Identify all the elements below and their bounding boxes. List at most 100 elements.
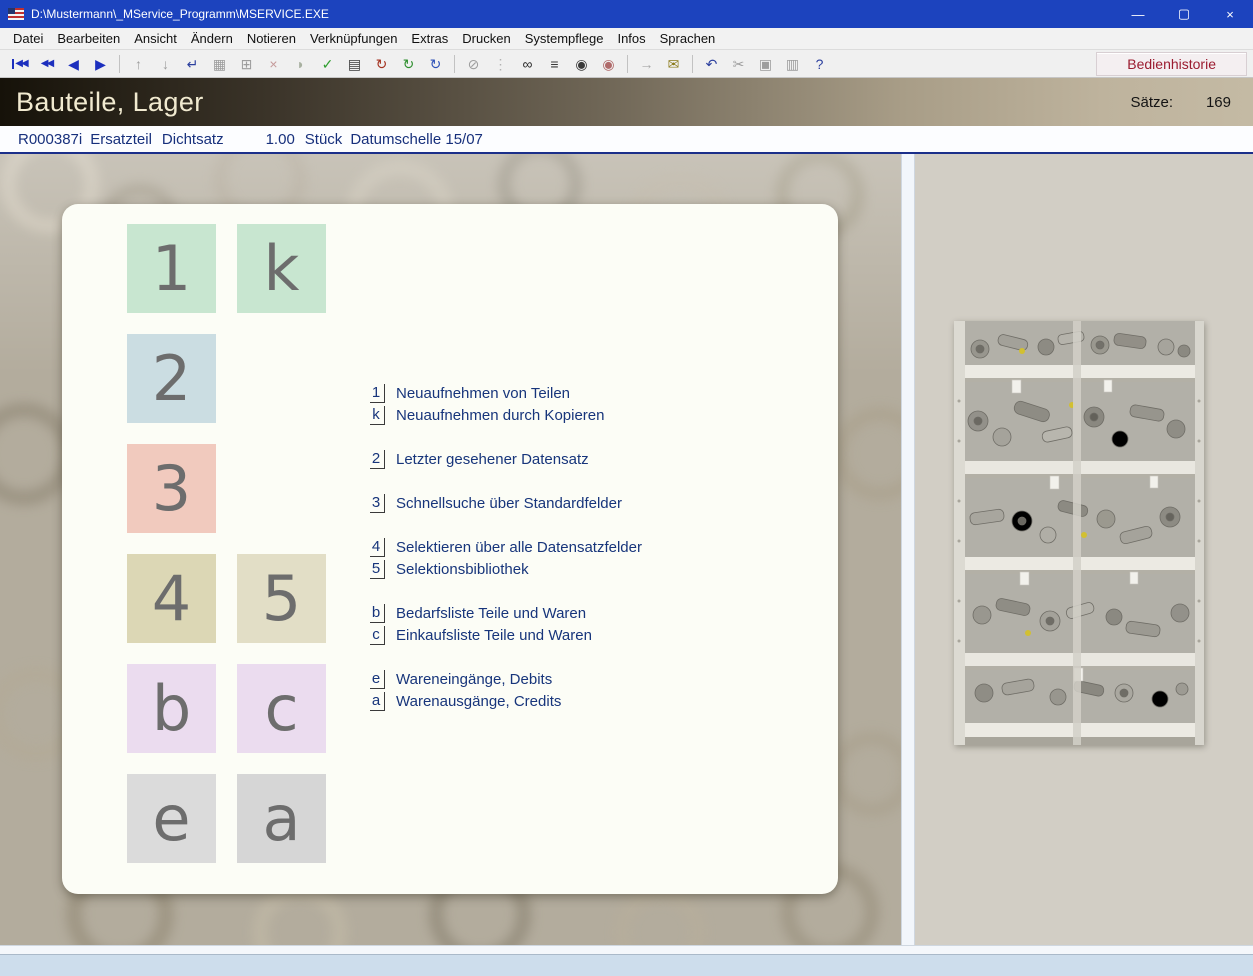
refresh-green-icon: ↻ (402, 55, 415, 72)
option-label: Einkaufsliste Teile und Waren (396, 626, 592, 644)
refresh-blue-button[interactable]: ↻ (422, 52, 449, 76)
next-record-button[interactable]: ▶ (87, 52, 114, 76)
link-list-button[interactable]: ⋮ (487, 52, 514, 76)
vertical-scrollbar[interactable] (901, 154, 915, 945)
menu-item-infos[interactable]: Infos (610, 28, 652, 49)
tile-2[interactable]: 2 (127, 334, 216, 423)
tile-1[interactable]: 1 (127, 224, 216, 313)
menu-item-notieren[interactable]: Notieren (240, 28, 303, 49)
menu-panel: 1 k 2 3 4 5 b c e a 1 Neuaufnehmen von T… (62, 204, 838, 894)
current-record-bar: R000387i Ersatzteil Dichtsatz 1.00 Stück… (0, 126, 1253, 154)
option-neuaufnehmen-kopieren[interactable]: k Neuaufnehmen durch Kopieren (370, 404, 642, 426)
menu-item-bearbeiten[interactable]: Bearbeiten (50, 28, 127, 49)
tree-view-button[interactable]: ⊞ (233, 52, 260, 76)
move-down-button[interactable]: ↓ (152, 52, 179, 76)
menu-item-systempflege[interactable]: Systempflege (518, 28, 611, 49)
menu-item-sprachen[interactable]: Sprachen (653, 28, 723, 49)
mail-button[interactable]: ✉ (660, 52, 687, 76)
refresh-red-button[interactable]: ↻ (368, 52, 395, 76)
refresh-green-button[interactable]: ↻ (395, 52, 422, 76)
maximize-button[interactable]: ▢ (1161, 0, 1207, 28)
close-button[interactable]: × (1207, 0, 1253, 28)
option-warenausgaenge[interactable]: a Warenausgänge, Credits (370, 690, 642, 712)
record-quantity: 1.00 (265, 130, 295, 148)
option-letzter-datensatz[interactable]: 2 Letzter gesehener Datensatz (370, 448, 642, 470)
record-part-type: Dichtsatz (161, 130, 224, 148)
refresh-blue-icon: ↻ (429, 55, 442, 72)
tile-4[interactable]: 4 (127, 554, 216, 643)
option-selektieren-datensatzfelder[interactable]: 4 Selektieren über alle Datensatzfelder (370, 536, 642, 558)
fast-rewind-button[interactable]: ◀◀ (33, 52, 60, 76)
paste-button[interactable]: ▥ (779, 52, 806, 76)
menu-item-drucken[interactable]: Drucken (455, 28, 517, 49)
tile-c[interactable]: c (237, 664, 326, 753)
toolbar-separator (119, 54, 120, 73)
record-id: R000387i (18, 130, 83, 148)
save-record-icon: ▦ (212, 55, 227, 72)
enter-record-button[interactable]: ↵ (179, 52, 206, 76)
delete-record-icon: × (269, 55, 278, 72)
search-button[interactable]: ∞ (514, 52, 541, 76)
option-key: 5 (370, 559, 385, 579)
main-view: 1 k 2 3 4 5 b c e a 1 Neuaufnehmen von T… (0, 154, 901, 945)
tile-5[interactable]: 5 (237, 554, 326, 643)
option-selektionsbibliothek[interactable]: 5 Selektionsbibliothek (370, 558, 642, 580)
option-label: Bedarfsliste Teile und Waren (396, 604, 587, 622)
option-wareneingaenge[interactable]: e Wareneingänge, Debits (370, 668, 642, 690)
menu-item-ansicht[interactable]: Ansicht (127, 28, 184, 49)
app-icon[interactable] (8, 8, 24, 20)
menu-item-aendern[interactable]: Ändern (184, 28, 240, 49)
option-label: Warenausgänge, Credits (396, 692, 562, 710)
move-up-button[interactable]: ↑ (125, 52, 152, 76)
list-view-button[interactable]: ≡ (541, 52, 568, 76)
next-record-icon: ▶ (95, 55, 106, 72)
forward-arrow-icon: → (639, 55, 654, 72)
option-key: 4 (370, 537, 385, 557)
option-einkaufsliste[interactable]: c Einkaufsliste Teile und Waren (370, 624, 642, 646)
option-bedarfsliste[interactable]: b Bedarfsliste Teile und Waren (370, 602, 642, 624)
hide-eye-button[interactable]: ◉ (595, 52, 622, 76)
option-neuaufnehmen-teilen[interactable]: 1 Neuaufnehmen von Teilen (370, 382, 642, 404)
option-schnellsuche[interactable]: 3 Schnellsuche über Standardfelder (370, 492, 642, 514)
menu-item-datei[interactable]: Datei (6, 28, 50, 49)
option-group-lists: b Bedarfsliste Teile und Waren c Einkauf… (370, 602, 642, 646)
search-binoculars-icon: ∞ (522, 55, 533, 72)
save-record-button[interactable]: ▦ (206, 52, 233, 76)
forward-button[interactable]: → (633, 52, 660, 76)
first-record-button[interactable]: ◀◀ (6, 52, 33, 76)
help-icon: ? (815, 55, 824, 72)
horizontal-scrollbar[interactable] (0, 945, 1253, 954)
record-notes-button[interactable]: ▤ (341, 52, 368, 76)
tile-a[interactable]: a (237, 774, 326, 863)
cut-button[interactable]: ✂ (725, 52, 752, 76)
records-counter: Sätze: 169 (1130, 94, 1231, 111)
option-label: Selektionsbibliothek (396, 560, 529, 578)
menu-item-extras[interactable]: Extras (404, 28, 455, 49)
tile-k[interactable]: k (237, 224, 326, 313)
toolbar: ◀◀ ◀◀ ◀ ▶ ↑ ↓ ↵ ▦ ⊞ × ◗ ✓ ▤ ↻ ↻ ↻ ⊘ ⋮ ∞ … (0, 50, 1253, 78)
tree-view-icon: ⊞ (240, 55, 253, 72)
eye-icon: ◉ (575, 55, 588, 72)
discard-changes-button[interactable]: ◗ (287, 52, 314, 76)
menu-item-verknuepfungen[interactable]: Verknüpfungen (303, 28, 404, 49)
unlink-icon: ⊘ (467, 55, 480, 72)
previous-record-button[interactable]: ◀ (60, 52, 87, 76)
titlebar: D:\Mustermann\_MService_Programm\MSERVIC… (0, 0, 1253, 28)
undo-button[interactable]: ↶ (698, 52, 725, 76)
minimize-button[interactable]: — (1115, 0, 1161, 28)
record-notes-icon: ▤ (347, 55, 362, 72)
tile-b[interactable]: b (127, 664, 216, 753)
unlink-button[interactable]: ⊘ (460, 52, 487, 76)
records-label: Sätze: (1130, 93, 1173, 111)
show-eye-button[interactable]: ◉ (568, 52, 595, 76)
delete-record-button[interactable]: × (260, 52, 287, 76)
copy-button[interactable]: ▣ (752, 52, 779, 76)
previous-record-icon: ◀ (68, 55, 79, 72)
tile-e[interactable]: e (127, 774, 216, 863)
record-category: Ersatzteil (90, 130, 152, 148)
window-title: D:\Mustermann\_MService_Programm\MSERVIC… (31, 7, 329, 21)
help-button[interactable]: ? (806, 52, 833, 76)
tile-3[interactable]: 3 (127, 444, 216, 533)
bedienhistorie-button[interactable]: Bedienhistorie (1096, 51, 1247, 76)
confirm-button[interactable]: ✓ (314, 52, 341, 76)
